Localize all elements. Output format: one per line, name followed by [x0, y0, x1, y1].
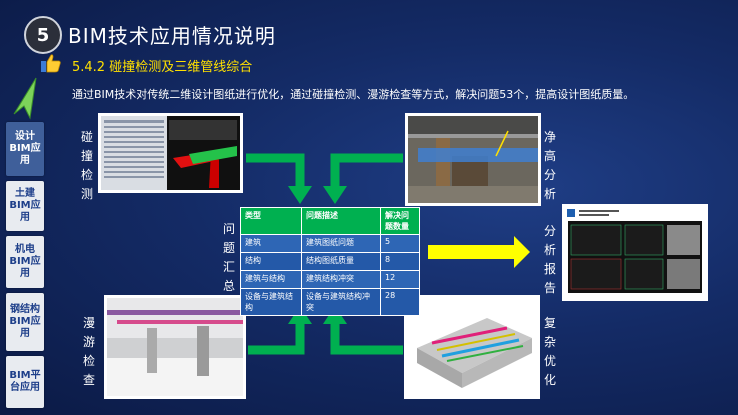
- problem-summary-table: 类型 问题描述 解决问题数量 建筑 建筑图纸问题 5 结构 结构图纸质量 8 建…: [240, 207, 420, 316]
- table-cell: 建筑结构冲突: [301, 270, 381, 289]
- table-header-cell: 类型: [240, 207, 302, 235]
- table-cell: 建筑与结构: [240, 270, 302, 289]
- arrow-to-report: [428, 236, 530, 268]
- arrow-collision-to-table: [246, 153, 305, 188]
- table-row: 建筑 建筑图纸问题 5: [240, 234, 420, 253]
- arrow-optimize-to-table: [330, 322, 403, 355]
- arrow-walkthrough-to-table: [248, 322, 305, 355]
- arrowhead: [288, 186, 312, 204]
- table-cell: 设备与建筑结构: [240, 288, 302, 316]
- table-cell: 结构图纸质量: [301, 252, 381, 271]
- arrowhead: [323, 186, 347, 204]
- table-cell: 建筑: [240, 234, 302, 253]
- table-header-cell: 解决问题数量: [380, 207, 420, 235]
- table-cell: 结构: [240, 252, 302, 271]
- table-row: 设备与建筑结构 设备与建筑结构冲突 28: [240, 288, 420, 316]
- table-cell: 12: [380, 270, 420, 289]
- table-row: 建筑与结构 建筑结构冲突 12: [240, 270, 420, 289]
- table-cell: 设备与建筑结构冲突: [301, 288, 381, 316]
- arrow-clearance-to-table: [330, 153, 403, 188]
- table-header-cell: 问题描述: [301, 207, 381, 235]
- table-cell: 8: [380, 252, 420, 271]
- table-cell: 28: [380, 288, 420, 316]
- table-cell: 建筑图纸问题: [301, 234, 381, 253]
- table-header-row: 类型 问题描述 解决问题数量: [240, 207, 420, 235]
- table-row: 结构 结构图纸质量 8: [240, 252, 420, 271]
- table-cell: 5: [380, 234, 420, 253]
